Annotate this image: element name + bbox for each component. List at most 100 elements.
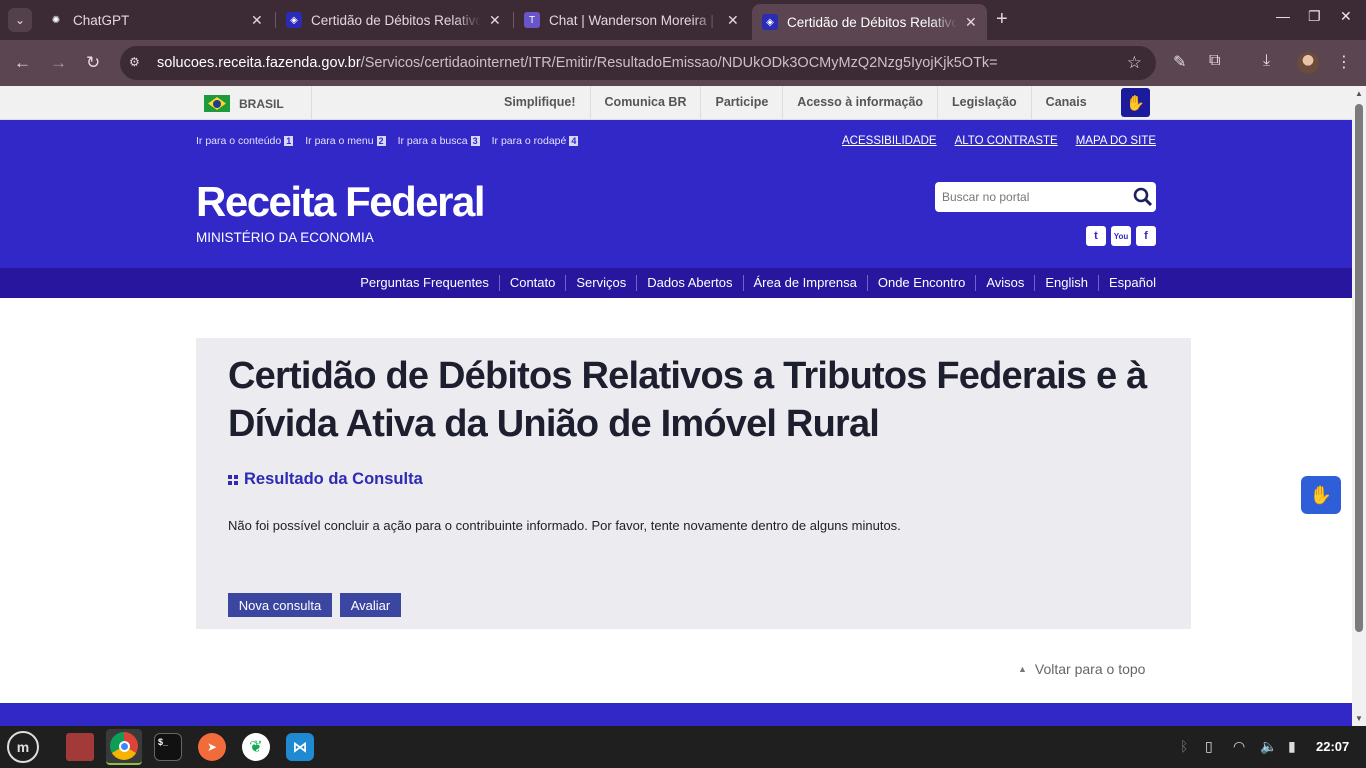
skip-link-search[interactable]: Ir para a busca 3 [398,135,480,147]
maximize-icon[interactable]: ❐ [1308,8,1321,25]
new-tab-button[interactable]: + [996,9,1008,29]
bluetooth-icon[interactable]: ᛒ [1180,738,1188,754]
clock[interactable]: 22:07 [1316,739,1349,754]
search-icon[interactable] [1133,187,1153,207]
web-page: BRASIL Simplifique! Comunica BR Particip… [0,86,1352,726]
close-icon[interactable]: ✕ [965,14,977,31]
postman-icon: ➤ [198,733,226,761]
grid-icon [228,474,238,485]
vlibras-hands-icon[interactable]: ✋ [1121,88,1150,117]
chrome-icon [110,732,138,760]
url-host: solucoes.receita.fazenda.gov.br [157,55,361,71]
gov-link-simplifique[interactable]: Simplifique! [490,86,591,120]
youtube-icon[interactable]: You [1111,226,1131,246]
mint-menu-icon[interactable]: m [7,731,39,763]
nav-english[interactable]: English [1035,275,1100,291]
chrome-app-icon[interactable] [106,729,142,765]
tab-certidao-1[interactable]: ◈ Certidão de Débitos Relativos ✕ [276,0,511,40]
tab-chatgpt[interactable]: ✺ ChatGPT ✕ [38,0,273,40]
reload-icon[interactable]: ↻ [86,53,100,73]
twitter-icon[interactable]: t [1086,226,1106,246]
browser-tab-bar: ⌄ ✺ ChatGPT ✕ ◈ Certidão de Débitos Rela… [0,0,1366,40]
browser-toolbar: ← → ↻ ⚙ solucoes.receita.fazenda.gov.br/… [0,40,1366,86]
clipboard-icon[interactable]: ▯ [1205,738,1213,755]
close-icon[interactable]: ✕ [251,12,263,29]
back-to-top-link[interactable]: ▲ Voltar para o topo [1018,661,1145,677]
divider [311,86,312,120]
evaluate-button[interactable]: Avaliar [340,593,401,617]
menu-kebab-icon[interactable]: ⋮ [1336,52,1352,72]
accessibility-links: ACESSIBILIDADE ALTO CONTRASTE MAPA DO SI… [842,135,1156,147]
gov-link-canais[interactable]: Canais [1032,86,1101,120]
link-mapa-do-site[interactable]: MAPA DO SITE [1076,135,1156,147]
tab-title: Chat | Wanderson Moreira | M [549,12,719,28]
download-icon[interactable]: ⤓ [1263,52,1270,70]
battery-icon[interactable]: ▮ [1288,738,1296,755]
main-content: Certidão de Débitos Relativos a Tributos… [196,338,1191,629]
folder-icon [66,733,94,761]
back-arrow-icon[interactable]: ← [14,53,31,73]
extensions-icon[interactable]: ⧉ [1209,52,1220,70]
footer [0,703,1352,726]
nav-espanol[interactable]: Español [1099,275,1156,291]
link-acessibilidade[interactable]: ACESSIBILIDADE [842,135,937,147]
close-icon[interactable]: ✕ [727,12,739,29]
teams-icon: T [524,12,540,28]
tab-teams-chat[interactable]: T Chat | Wanderson Moreira | M ✕ [514,0,749,40]
nav-perguntas-frequentes[interactable]: Perguntas Frequentes [350,275,500,291]
nav-onde-encontro[interactable]: Onde Encontro [868,275,977,291]
nav-servicos[interactable]: Serviços [566,275,638,291]
bookmark-star-icon[interactable]: ☆ [1127,53,1142,73]
link-alto-contraste[interactable]: ALTO CONTRASTE [955,135,1058,147]
close-icon[interactable]: ✕ [489,12,501,29]
nav-dados-abertos[interactable]: Dados Abertos [637,275,744,291]
postman-app-icon[interactable]: ➤ [194,729,230,765]
brazil-flag-icon [204,95,230,112]
url-text[interactable]: solucoes.receita.fazenda.gov.br/Servicos… [157,55,998,71]
site-subtitle: MINISTÉRIO DA ECONOMIA [196,230,374,245]
gov-link-participe[interactable]: Participe [701,86,784,120]
tab-title: ChatGPT [73,12,130,28]
gov-link-legislacao[interactable]: Legislação [938,86,1032,120]
tab-title: Certidão de Débitos Relativos [787,14,957,30]
nav-area-imprensa[interactable]: Área de Imprensa [744,275,868,291]
scroll-down-arrow-icon[interactable]: ▼ [1355,714,1363,723]
result-message: Não foi possível concluir a ação para o … [228,518,901,533]
vlibras-widget-icon[interactable]: ✋ [1301,476,1341,514]
eyedropper-icon[interactable]: ✎ [1173,52,1186,72]
gov-bar: BRASIL Simplifique! Comunica BR Particip… [0,86,1352,120]
page-scrollbar[interactable]: ▲ ▼ [1352,86,1366,726]
tab-search-menu-button[interactable]: ⌄ [8,8,32,32]
terminal-app-icon[interactable]: $_ [150,729,186,765]
close-window-icon[interactable]: ✕ [1340,8,1352,25]
profile-avatar[interactable] [1297,52,1319,74]
new-query-button[interactable]: Nova consulta [228,593,332,617]
wifi-icon[interactable]: ◠ [1233,738,1245,755]
skip-link-menu[interactable]: Ir para o menu 2 [305,135,386,147]
gov-link-acesso-informacao[interactable]: Acesso à informação [783,86,939,120]
facebook-icon[interactable]: f [1136,226,1156,246]
site-info-icon[interactable]: ⚙ [129,55,145,71]
skip-link-footer[interactable]: Ir para o rodapé 4 [492,135,579,147]
skip-link-content[interactable]: Ir para o conteúdo 1 [196,135,294,147]
mongodb-app-icon[interactable]: ❦ [238,729,274,765]
nav-avisos[interactable]: Avisos [976,275,1036,291]
address-bar[interactable]: ⚙ solucoes.receita.fazenda.gov.br/Servic… [120,46,1156,80]
nav-contato[interactable]: Contato [500,275,567,291]
brasil-label: BRASIL [239,96,284,111]
files-app-icon[interactable] [62,729,98,765]
forward-arrow-icon[interactable]: → [50,53,67,73]
minimize-icon[interactable]: — [1276,8,1290,24]
vscode-app-icon[interactable]: ⋈ [282,729,318,765]
brasil-link[interactable]: BRASIL [204,95,284,112]
gov-link-comunica-br[interactable]: Comunica BR [591,86,702,120]
tab-title: Certidão de Débitos Relativos [311,12,481,28]
tab-certidao-active[interactable]: ◈ Certidão de Débitos Relativos ✕ [752,4,987,40]
site-title[interactable]: Receita Federal [196,178,486,226]
url-path: /Servicos/certidaointernet/ITR/Emitir/Re… [360,55,998,71]
scrollbar-thumb[interactable] [1355,104,1363,632]
scroll-up-arrow-icon[interactable]: ▲ [1355,89,1363,98]
volume-icon[interactable]: 🔈 [1260,738,1277,755]
search-input[interactable] [935,182,1125,212]
caret-up-icon: ▲ [1018,664,1027,674]
